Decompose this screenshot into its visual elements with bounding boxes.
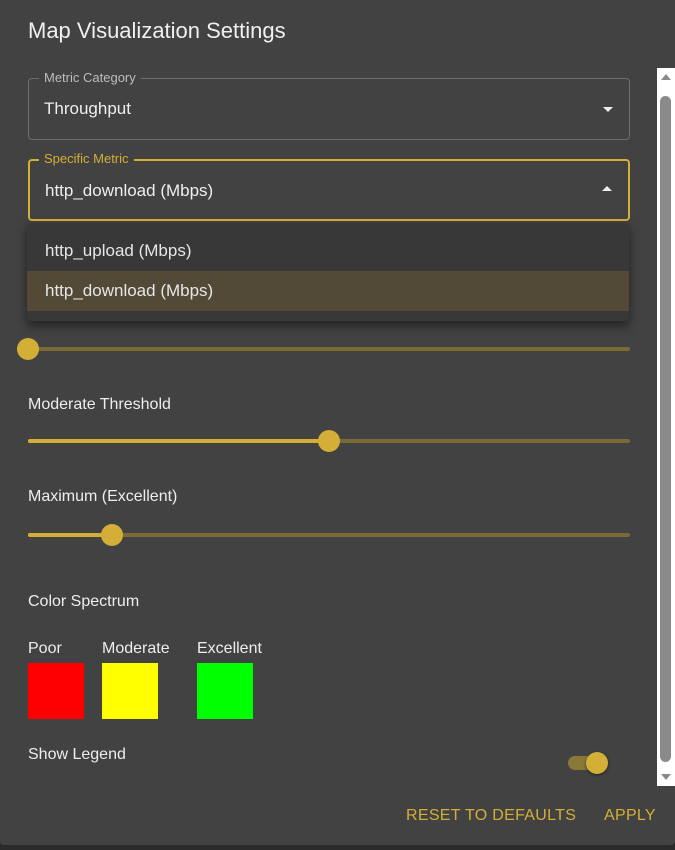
maximum-label: Maximum (Excellent): [28, 488, 178, 505]
apply-button[interactable]: APPLY: [604, 807, 656, 825]
moderate-threshold-slider[interactable]: [28, 430, 630, 452]
moderate-threshold-label: Moderate Threshold: [28, 396, 171, 413]
metric-category-label: Metric Category: [39, 70, 141, 85]
scroll-down-arrow-icon[interactable]: [661, 774, 671, 780]
swatch-poor[interactable]: [28, 663, 84, 719]
specific-metric-select[interactable]: Specific Metric http_download (Mbps): [28, 151, 630, 221]
swatch-moderate[interactable]: [102, 663, 158, 719]
slider-fill: [28, 439, 329, 443]
specific-metric-menu: http_upload (Mbps) http_download (Mbps): [27, 223, 629, 321]
specific-metric-value: http_download (Mbps): [45, 181, 214, 200]
slider-thumb[interactable]: [101, 524, 124, 546]
settings-dialog: Map Visualization Settings Metric Catego…: [0, 0, 675, 845]
swatch-label-excellent: Excellent: [197, 640, 262, 657]
menu-item-http-upload[interactable]: http_upload (Mbps): [27, 231, 629, 271]
dropdown-arrow-icon: [603, 107, 613, 112]
metric-category-value: Throughput: [44, 99, 131, 118]
minimum-slider[interactable]: [17, 338, 630, 360]
swatch-label-poor: Poor: [28, 640, 62, 657]
show-legend-toggle[interactable]: [568, 752, 608, 774]
toggle-knob: [586, 752, 608, 774]
menu-item-http-download[interactable]: http_download (Mbps): [27, 271, 629, 311]
scrollbar-thumb[interactable]: [660, 96, 671, 762]
color-spectrum-title: Color Spectrum: [28, 593, 140, 610]
specific-metric-label: Specific Metric: [39, 151, 134, 166]
dropdown-arrow-up-icon: [602, 186, 612, 191]
swatch-excellent[interactable]: [197, 663, 253, 719]
show-legend-label: Show Legend: [28, 746, 126, 763]
swatch-label-moderate: Moderate: [102, 640, 170, 657]
dialog-title: Map Visualization Settings: [28, 18, 286, 43]
reset-to-defaults-button[interactable]: RESET TO DEFAULTS: [406, 807, 576, 825]
slider-thumb[interactable]: [318, 430, 340, 452]
maximum-slider[interactable]: [28, 524, 630, 546]
scroll-up-arrow-icon[interactable]: [661, 74, 671, 80]
metric-category-select[interactable]: Metric Category Throughput: [28, 70, 630, 140]
scrollbar[interactable]: [657, 68, 675, 786]
slider-fill: [28, 533, 113, 537]
slider-thumb[interactable]: [17, 338, 39, 360]
